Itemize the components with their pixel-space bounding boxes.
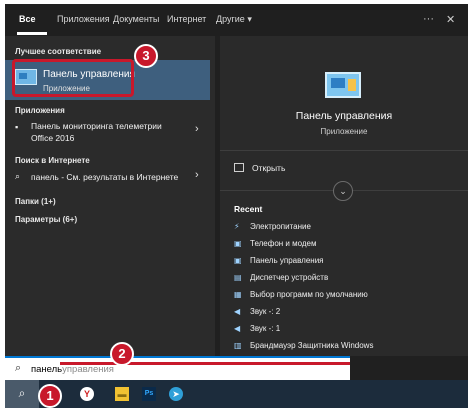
recent-item[interactable]: ▣ Телефон и модем — [234, 239, 317, 248]
power-icon: ⚡ — [234, 222, 240, 231]
annotation-badge-3: 3 — [134, 44, 158, 68]
file-explorer-icon[interactable]: ▬ — [115, 387, 129, 401]
search-tabs: Все Приложения Документы Интернет Другие… — [5, 4, 468, 36]
recent-item-label: Панель управления — [250, 256, 324, 265]
search-icon: ⌕ — [15, 171, 21, 181]
speaker-icon: ◀ — [234, 307, 241, 316]
web-search-item[interactable]: ⌕ панель - См. результаты в Интернете › — [5, 168, 210, 186]
chevron-right-icon[interactable]: › — [195, 169, 199, 181]
divider — [220, 150, 468, 151]
tab-apps[interactable]: Приложения — [57, 14, 110, 24]
preview-pane: Панель управления Приложение Открыть ⌄ R… — [220, 36, 468, 356]
recent-item-label: Телефон и модем — [250, 239, 317, 248]
control-panel-icon: ▣ — [234, 256, 242, 265]
preview-subtitle: Приложение — [320, 127, 368, 136]
annotation-box — [12, 59, 134, 97]
recent-item-label: Диспетчер устройств — [250, 273, 329, 282]
recent-item-label: Электропитание — [250, 222, 311, 231]
tab-documents[interactable]: Документы — [113, 14, 159, 24]
speaker-icon: ◀ — [234, 324, 241, 333]
photoshop-icon[interactable]: Ps — [142, 387, 156, 401]
search-icon: ⌕ — [15, 362, 22, 374]
recent-item[interactable]: ▥ Брандмауэр Защитника Windows — [234, 341, 373, 350]
search-input[interactable]: панельуправления — [31, 364, 114, 375]
active-tab-indicator — [17, 32, 47, 35]
tab-other-label: Другие — [216, 14, 245, 24]
recent-item[interactable]: ⚡ Электропитание — [234, 222, 311, 231]
settings-heading[interactable]: Параметры (6+) — [15, 215, 77, 224]
expand-button[interactable]: ⌄ — [333, 181, 353, 201]
folders-heading[interactable]: Папки (1+) — [15, 197, 56, 206]
control-panel-large-icon — [325, 72, 361, 98]
yandex-browser-icon[interactable]: Y — [80, 387, 94, 401]
annotation-badge-1: 1 — [38, 384, 62, 408]
annotation-badge-2: 2 — [110, 342, 134, 366]
recent-item[interactable]: ▣ Панель управления — [234, 256, 324, 265]
recent-item-label: Звук -: 2 — [250, 307, 281, 316]
firewall-icon: ▥ — [234, 341, 242, 350]
recent-item[interactable]: ▦ Выбор программ по умолчанию — [234, 290, 368, 299]
tab-other[interactable]: Другие ▾ — [216, 14, 252, 25]
default-programs-icon: ▦ — [234, 290, 242, 299]
open-action[interactable]: Открыть — [252, 163, 285, 173]
search-autocomplete: управления — [62, 364, 114, 375]
recent-item[interactable]: ◀ Звук -: 1 — [234, 324, 280, 333]
web-search-heading: Поиск в Интернете — [15, 156, 90, 165]
chevron-right-icon[interactable]: › — [195, 123, 199, 135]
recent-item-label: Выбор программ по умолчанию — [250, 290, 368, 299]
phone-icon: ▣ — [234, 239, 242, 248]
office-app-icon: ▪ — [15, 122, 19, 132]
open-icon — [234, 163, 244, 172]
apps-heading: Приложения — [15, 106, 65, 115]
recent-item-label: Звук -: 1 — [250, 324, 281, 333]
chevron-down-icon: ▾ — [247, 14, 252, 24]
device-manager-icon: ▤ — [234, 273, 242, 282]
telemetry-app-line1: Панель мониторинга телеметрии — [31, 121, 162, 131]
tab-internet[interactable]: Интернет — [167, 14, 206, 24]
recent-item-label: Брандмауэр Защитника Windows — [250, 341, 374, 350]
taskbar: ⌕ Y ▬ Ps ➤ — [5, 380, 468, 408]
recent-item[interactable]: ▤ Диспетчер устройств — [234, 273, 328, 282]
web-search-label: панель - См. результаты в Интернете — [31, 172, 179, 182]
search-box[interactable]: ⌕ панельуправления — [5, 356, 350, 380]
taskbar-search-button[interactable]: ⌕ — [5, 380, 39, 408]
telemetry-app-item[interactable]: ▪ Панель мониторинга телеметрии Office 2… — [5, 116, 210, 144]
recent-heading: Recent — [234, 204, 263, 214]
preview-title: Панель управления — [295, 110, 393, 122]
close-icon[interactable]: ✕ — [446, 13, 455, 26]
annotation-line — [60, 362, 350, 365]
best-match-heading: Лучшее соответствие — [15, 47, 102, 56]
telegram-icon[interactable]: ➤ — [169, 387, 183, 401]
ellipsis-icon[interactable]: ··· — [423, 13, 434, 25]
recent-item[interactable]: ◀ Звук -: 2 — [234, 307, 280, 316]
search-query: панель — [31, 364, 63, 375]
tab-all[interactable]: Все — [19, 14, 36, 24]
telemetry-app-line2: Office 2016 — [31, 133, 75, 143]
